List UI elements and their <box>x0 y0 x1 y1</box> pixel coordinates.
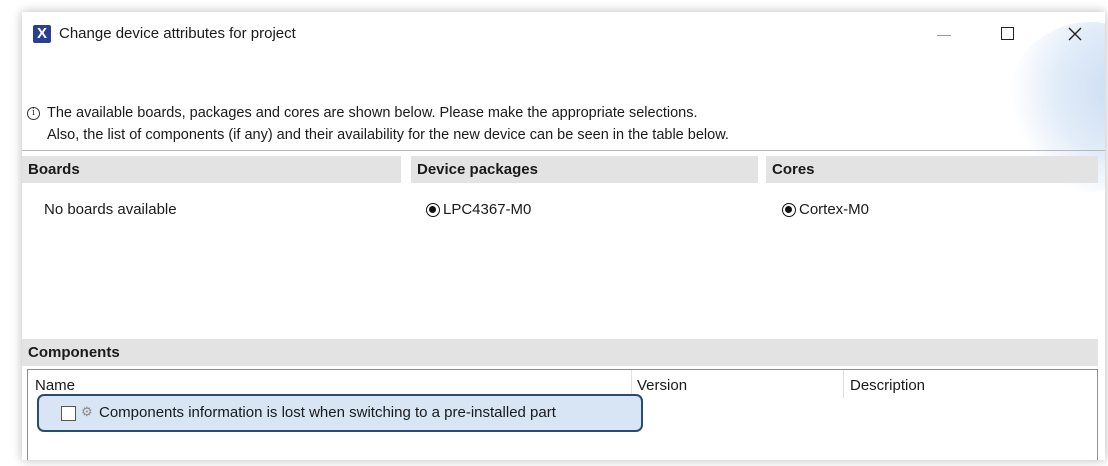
close-icon <box>1068 27 1082 41</box>
info-message-line-1: The available boards, packages and cores… <box>47 105 698 121</box>
components-header: Components <box>22 339 1098 366</box>
cores-header: Cores <box>766 156 1098 183</box>
package-option-label: LPC4367-M0 <box>443 201 532 218</box>
column-header-name[interactable]: Name <box>35 377 75 394</box>
component-checkbox[interactable] <box>61 406 76 421</box>
info-message-line-2: Also, the list of components (if any) an… <box>47 127 729 143</box>
device-packages-header: Device packages <box>411 156 758 183</box>
column-header-version[interactable]: Version <box>637 377 687 394</box>
component-gear-icon: ⚙ <box>81 404 93 419</box>
radio-selected-icon[interactable] <box>782 202 796 217</box>
screenshot-frame: X Change device attributes for project i… <box>0 0 1108 466</box>
title-bar: X Change device attributes for project <box>22 12 1105 58</box>
app-icon: X <box>33 25 51 43</box>
core-option-label: Cortex-M0 <box>799 201 870 218</box>
components-table: Name Version Description ⚙ Components in… <box>27 369 1098 460</box>
column-divider[interactable] <box>843 370 844 398</box>
minimize-button[interactable] <box>925 20 965 48</box>
maximize-button[interactable] <box>988 20 1028 48</box>
no-boards-message: No boards available <box>44 201 177 218</box>
core-option-cortex-m0[interactable]: Cortex-M0 <box>782 201 869 218</box>
change-device-dialog: X Change device attributes for project i… <box>22 12 1105 460</box>
column-header-description[interactable]: Description <box>850 377 925 394</box>
boards-header: Boards <box>22 156 401 183</box>
component-row-name: Components information is lost when swit… <box>99 404 556 421</box>
info-icon: i <box>27 107 40 120</box>
radio-selected-icon[interactable] <box>426 202 440 217</box>
package-option-lpc4367-m0[interactable]: LPC4367-M0 <box>426 201 531 218</box>
window-title: Change device attributes for project <box>59 25 296 42</box>
separator <box>22 150 1105 151</box>
table-row-highlight: ⚙ Components information is lost when sw… <box>37 394 643 432</box>
close-button[interactable] <box>1056 20 1096 48</box>
